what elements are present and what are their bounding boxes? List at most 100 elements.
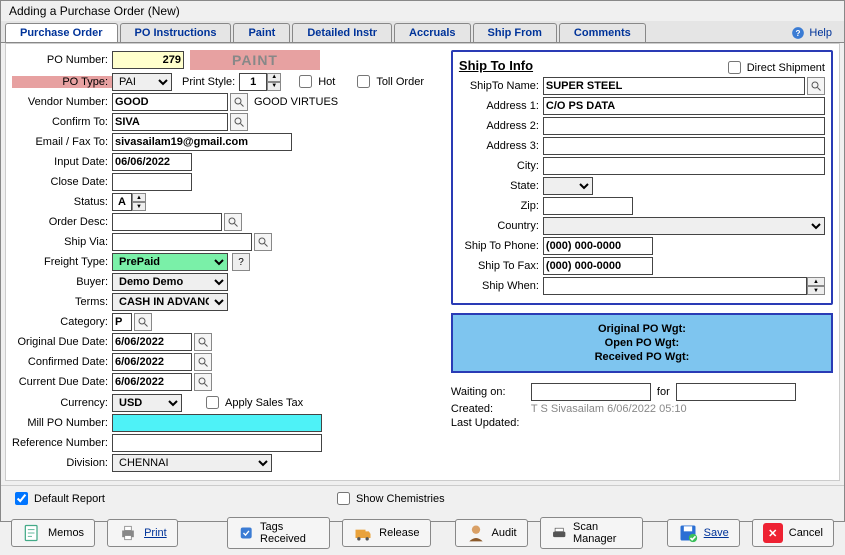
city-input[interactable] (543, 157, 825, 175)
mill-po-input[interactable] (112, 414, 322, 432)
category-input[interactable] (112, 313, 132, 331)
orig-due-search[interactable] (194, 333, 212, 351)
category-label: Category: (12, 316, 112, 328)
ship-when-label: Ship When: (459, 280, 543, 292)
window-title: Adding a Purchase Order (New) (1, 1, 844, 21)
order-desc-input[interactable] (112, 213, 222, 231)
default-report-checkbox[interactable] (15, 492, 28, 505)
waiting-on-input[interactable] (531, 383, 651, 401)
ship-via-label: Ship Via: (12, 236, 112, 248)
for-label: for (657, 386, 670, 398)
show-chem-checkbox[interactable] (337, 492, 350, 505)
confirm-to-search[interactable] (230, 113, 248, 131)
shipto-name-search[interactable] (807, 77, 825, 95)
confirmed-input[interactable] (112, 353, 192, 371)
hot-checkbox[interactable] (299, 75, 312, 88)
tab-ship-from[interactable]: Ship From (473, 23, 557, 42)
ship-when-input[interactable] (543, 277, 807, 295)
email-fax-input[interactable] (112, 133, 292, 151)
cancel-button[interactable]: ✕ Cancel (752, 519, 834, 547)
apply-tax-label: Apply Sales Tax (225, 397, 303, 409)
category-search[interactable] (134, 313, 152, 331)
confirmed-search[interactable] (194, 353, 212, 371)
email-fax-label: Email / Fax To: (12, 136, 112, 148)
status-up[interactable]: ▲ (132, 193, 146, 202)
ship-via-input[interactable] (112, 233, 252, 251)
vendor-name-text: GOOD VIRTUES (254, 96, 338, 108)
current-due-label: Current Due Date: (12, 376, 112, 388)
vendor-number-search[interactable] (230, 93, 248, 111)
fax-input[interactable] (543, 257, 653, 275)
po-number-label: PO Number: (12, 54, 112, 66)
cancel-icon: ✕ (763, 523, 783, 543)
print-style-up[interactable]: ▲ (267, 73, 281, 82)
current-due-input[interactable] (112, 373, 192, 391)
orig-due-input[interactable] (112, 333, 192, 351)
help-link[interactable]: ? Help (783, 24, 840, 42)
recv-wgt-label: Received PO Wgt: (595, 351, 690, 363)
help-label: Help (809, 27, 832, 39)
print-style-down[interactable]: ▼ (267, 82, 281, 91)
country-label: Country: (459, 220, 543, 232)
po-type-select[interactable]: PAI (112, 73, 172, 91)
memos-label: Memos (48, 527, 84, 539)
tab-po-instructions[interactable]: PO Instructions (120, 23, 232, 42)
direct-shipment-label: Direct Shipment (747, 62, 825, 74)
release-icon (353, 523, 373, 543)
city-label: City: (459, 160, 543, 172)
print-label: Print (144, 527, 167, 539)
tab-purchase-order[interactable]: Purchase Order (5, 23, 118, 42)
shipto-name-input[interactable] (543, 77, 805, 95)
release-button[interactable]: Release (342, 519, 430, 547)
current-due-search[interactable] (194, 373, 212, 391)
direct-shipment-checkbox[interactable] (728, 61, 741, 74)
freight-type-select[interactable]: PrePaid (112, 253, 228, 271)
state-select[interactable] (543, 177, 593, 195)
close-date-input[interactable] (112, 173, 192, 191)
tab-paint[interactable]: Paint (233, 23, 290, 42)
confirm-to-input[interactable] (112, 113, 228, 131)
release-label: Release (379, 527, 419, 539)
print-button[interactable]: Print (107, 519, 178, 547)
memos-button[interactable]: Memos (11, 519, 95, 547)
order-desc-search[interactable] (224, 213, 242, 231)
buyer-label: Buyer: (12, 276, 112, 288)
status-input[interactable] (112, 193, 132, 211)
country-select[interactable] (543, 217, 825, 235)
save-icon (678, 523, 698, 543)
ship-via-search[interactable] (254, 233, 272, 251)
addr1-input[interactable] (543, 97, 825, 115)
toll-order-checkbox[interactable] (357, 75, 370, 88)
save-button[interactable]: Save (667, 519, 740, 547)
phone-input[interactable] (543, 237, 653, 255)
freight-help-button[interactable]: ? (232, 253, 250, 271)
tab-detailed-instr[interactable]: Detailed Instr (292, 23, 392, 42)
addr3-input[interactable] (543, 137, 825, 155)
toll-order-label: Toll Order (376, 76, 424, 88)
vendor-number-input[interactable] (112, 93, 228, 111)
buyer-select[interactable]: Demo Demo (112, 273, 228, 291)
division-select[interactable]: CHENNAI (112, 454, 272, 472)
currency-select[interactable]: USD (112, 394, 182, 412)
ship-when-up[interactable]: ▲ (807, 277, 825, 286)
scanner-icon (551, 523, 567, 543)
input-date-input[interactable] (112, 153, 192, 171)
print-style-input[interactable] (239, 73, 267, 91)
addr2-input[interactable] (543, 117, 825, 135)
waiting-for-input[interactable] (676, 383, 796, 401)
status-down[interactable]: ▼ (132, 202, 146, 211)
terms-select[interactable]: CASH IN ADVANCE (112, 293, 228, 311)
tab-accruals[interactable]: Accruals (394, 23, 470, 42)
audit-button[interactable]: Audit (455, 519, 528, 547)
ref-no-input[interactable] (112, 434, 322, 452)
tab-bar: Purchase Order PO Instructions Paint Det… (1, 21, 844, 43)
show-chem-label: Show Chemistries (356, 493, 445, 505)
tab-comments[interactable]: Comments (559, 23, 646, 42)
zip-input[interactable] (543, 197, 633, 215)
apply-tax-checkbox[interactable] (206, 396, 219, 409)
save-label: Save (704, 527, 729, 539)
weight-panel: Original PO Wgt: Open PO Wgt: Received P… (451, 313, 833, 373)
ship-when-down[interactable]: ▼ (807, 286, 825, 295)
po-number-input[interactable] (112, 51, 184, 69)
svg-text:?: ? (796, 29, 801, 38)
